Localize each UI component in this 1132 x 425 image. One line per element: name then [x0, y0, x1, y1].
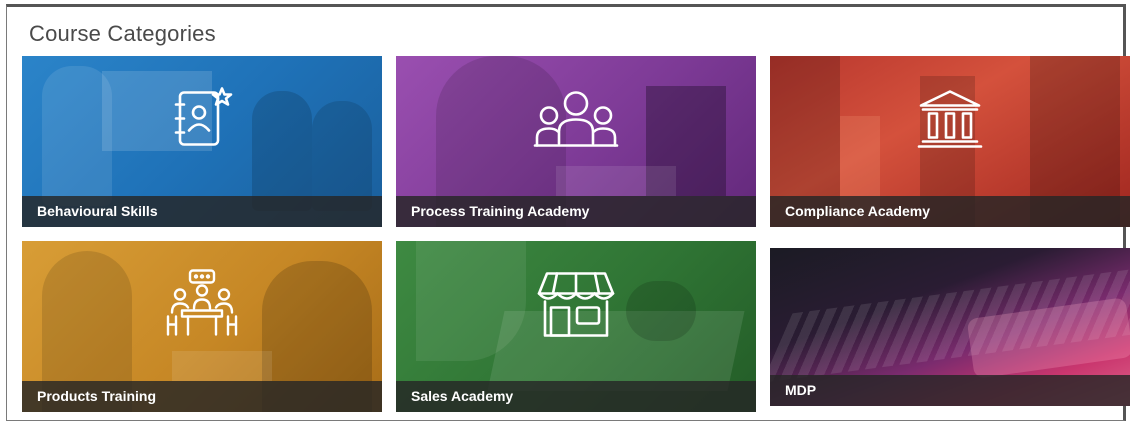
- meeting-table-icon: [164, 268, 240, 343]
- team-group-icon: [531, 85, 621, 156]
- category-tile-behavioural-skills[interactable]: Behavioural Skills: [22, 56, 382, 227]
- category-tile-compliance-academy[interactable]: Compliance Academy: [770, 56, 1130, 227]
- category-tile-sales-academy[interactable]: Sales Academy: [396, 241, 756, 412]
- page-title: Course Categories: [29, 21, 216, 46]
- category-label: Compliance Academy: [770, 196, 1130, 227]
- bank-building-icon: [915, 85, 985, 156]
- category-label: MDP: [770, 375, 1130, 406]
- storefront-icon: [537, 267, 615, 344]
- category-tile-mdp[interactable]: MDP: [770, 248, 1130, 406]
- category-label: Sales Academy: [396, 381, 756, 412]
- category-tile-process-training-academy[interactable]: Process Training Academy: [396, 56, 756, 227]
- category-tile-products-training[interactable]: Products Training: [22, 241, 382, 412]
- category-label: Products Training: [22, 381, 382, 412]
- category-label: Process Training Academy: [396, 196, 756, 227]
- category-label: Behavioural Skills: [22, 196, 382, 227]
- contact-book-star-icon: [166, 82, 238, 159]
